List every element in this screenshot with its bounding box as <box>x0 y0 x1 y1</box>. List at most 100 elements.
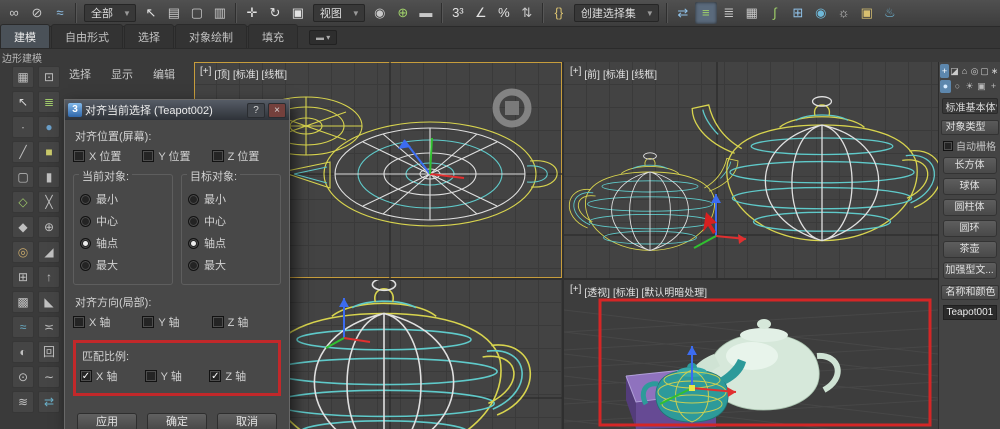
viewport-label[interactable]: [+] <box>200 66 211 81</box>
menu-select[interactable]: 选择 <box>62 64 98 84</box>
modify-tab[interactable]: ◪ <box>950 64 959 78</box>
create-tab[interactable]: + <box>940 64 949 78</box>
vertex-mode-icon[interactable]: ∙ <box>12 116 34 138</box>
cylinder-button[interactable]: 圆柱体 <box>942 199 997 216</box>
subdivision-icon[interactable]: ▩ <box>12 291 34 313</box>
help-button[interactable]: ? <box>247 102 265 118</box>
cameras-category-icon[interactable]: ▣ <box>976 80 987 93</box>
viewport-label[interactable]: [前] <box>584 66 600 81</box>
ribbon-minimize-button[interactable]: ▬ ▾ <box>309 30 338 45</box>
freeform-icon[interactable]: ◐ <box>12 341 34 363</box>
unlink-selection-icon[interactable]: ⊘ <box>26 2 48 24</box>
z-axis-scale-checkbox[interactable]: ✓ Z 轴 <box>209 368 274 384</box>
y-axis-scale-checkbox[interactable]: Y 轴 <box>144 368 210 384</box>
rendered-frame-icon[interactable]: ▣ <box>856 2 878 24</box>
sphere-button[interactable]: 球体 <box>942 178 997 195</box>
target-pivot-radio[interactable]: 轴点 <box>188 235 274 251</box>
quad-menu-icon[interactable]: ⊡ <box>38 66 60 88</box>
named-selection-sets-dropdown[interactable]: 创建选择集 ▼ <box>573 4 659 22</box>
z-position-checkbox[interactable]: Z 位置 <box>211 148 281 164</box>
spinner-snap-icon[interactable]: ⇅ <box>516 2 538 24</box>
tab-populate[interactable]: 填充 <box>248 24 298 48</box>
viewport-label[interactable]: [标准] <box>613 284 639 299</box>
element-mode-icon[interactable]: ◆ <box>12 216 34 238</box>
viewport-label[interactable]: [线框] <box>262 66 288 81</box>
select-and-move-icon[interactable]: ✛ <box>241 2 263 24</box>
soft-selection-icon[interactable]: ◎ <box>12 241 34 263</box>
select-object-icon[interactable]: ↖ <box>140 2 162 24</box>
curve-editor-icon[interactable]: ∫ <box>764 2 786 24</box>
chamfer-tool-icon[interactable]: ◢ <box>38 241 60 263</box>
tab-freeform[interactable]: 自由形式 <box>51 24 123 48</box>
current-pivot-radio[interactable]: 轴点 <box>80 235 166 251</box>
cylinder-primitive-icon[interactable]: ▮ <box>38 166 60 188</box>
target-minimum-radio[interactable]: 最小 <box>188 191 274 207</box>
tab-object-paint[interactable]: 对象绘制 <box>175 24 247 48</box>
primitive-category-dropdown[interactable]: 标准基本体 ▾ <box>941 98 998 114</box>
current-center-radio[interactable]: 中心 <box>80 213 166 229</box>
relax-icon[interactable]: ≋ <box>12 391 34 413</box>
name-color-rollout[interactable]: 名称和颜色 <box>940 285 999 300</box>
utilities-tab[interactable]: ∗ <box>990 64 999 78</box>
ok-button[interactable]: 确定 <box>147 413 207 429</box>
viewport-label[interactable]: [+] <box>570 66 581 81</box>
layer-manager-icon[interactable]: ≣ <box>718 2 740 24</box>
viewport-label[interactable]: [透视] <box>584 284 610 299</box>
hierarchy-tab[interactable]: ⌂ <box>960 64 969 78</box>
viewport-label[interactable]: [标准] <box>233 66 259 81</box>
torus-button[interactable]: 圆环 <box>942 220 997 237</box>
display-tab[interactable]: ▢ <box>980 64 989 78</box>
render-setup-icon[interactable]: ☼ <box>833 2 855 24</box>
percent-snap-icon[interactable]: % <box>493 2 515 24</box>
viewport-label[interactable]: [默认明暗处理] <box>642 284 708 299</box>
target-maximum-radio[interactable]: 最大 <box>188 257 274 273</box>
current-maximum-radio[interactable]: 最大 <box>80 257 166 273</box>
use-pivot-point-icon[interactable]: ◉ <box>369 2 391 24</box>
align-icon[interactable]: ≡ <box>694 2 717 24</box>
reference-coordinate-dropdown[interactable]: 视图 ▼ <box>312 4 365 22</box>
mirror-tool-icon[interactable]: ⇄ <box>38 391 60 413</box>
schematic-view-icon[interactable]: ⊞ <box>787 2 809 24</box>
text-button[interactable]: 加强型文... <box>942 262 997 279</box>
select-and-manipulate-icon[interactable]: ⊕ <box>392 2 414 24</box>
window-crossing-icon[interactable]: ▥ <box>209 2 231 24</box>
tab-modeling[interactable]: 建模 <box>0 24 50 48</box>
sphere-primitive-icon[interactable]: ● <box>38 116 60 138</box>
cancel-button[interactable]: 取消 <box>217 413 277 429</box>
z-axis-orientation-checkbox[interactable]: Z 轴 <box>211 314 281 330</box>
viewport-layout-icon[interactable]: ▦ <box>12 66 34 88</box>
select-and-scale-icon[interactable]: ▣ <box>287 2 309 24</box>
box-button[interactable]: 长方体 <box>942 157 997 174</box>
relax-tool-icon[interactable]: ∼ <box>38 366 60 388</box>
view-rotation-ring[interactable] <box>492 88 532 128</box>
bridge-tool-icon[interactable]: ≍ <box>38 316 60 338</box>
menu-display[interactable]: 显示 <box>104 64 140 84</box>
angle-snap-icon[interactable]: ∠ <box>470 2 492 24</box>
viewport-front[interactable]: [+] [前] [标准] [线框] <box>564 62 938 278</box>
target-center-radio[interactable]: 中心 <box>188 213 274 229</box>
dialog-titlebar[interactable]: 3 对齐当前选择 (Teapot002) ? × <box>65 100 289 120</box>
weld-tool-icon[interactable]: ⊕ <box>38 216 60 238</box>
select-and-link-icon[interactable]: ∞ <box>3 2 25 24</box>
apply-button[interactable]: 应用 <box>77 413 137 429</box>
snap-toggle-3d-icon[interactable]: 3³ <box>447 2 469 24</box>
border-mode-icon[interactable]: ▢ <box>12 166 34 188</box>
geometry-category-icon[interactable]: ● <box>940 80 951 93</box>
viewport-label[interactable]: [+] <box>570 284 581 299</box>
mirror-icon[interactable]: ⇄ <box>672 2 694 24</box>
y-position-checkbox[interactable]: Y 位置 <box>142 148 211 164</box>
inset-tool-icon[interactable]: 回 <box>38 341 60 363</box>
bevel-tool-icon[interactable]: ◣ <box>38 291 60 313</box>
viewport-label[interactable]: [线框] <box>632 66 658 81</box>
motion-tab[interactable]: ◎ <box>970 64 979 78</box>
x-position-checkbox[interactable]: X 位置 <box>73 148 142 164</box>
helpers-category-icon[interactable]: + <box>988 80 999 93</box>
viewport-label[interactable]: [标准] <box>603 66 629 81</box>
teapot-front-large[interactable] <box>691 96 938 242</box>
viewport-label[interactable]: [顶] <box>214 66 230 81</box>
extrude-tool-icon[interactable]: ↑ <box>38 266 60 288</box>
select-and-rotate-icon[interactable]: ↻ <box>264 2 286 24</box>
close-button[interactable]: × <box>268 102 286 118</box>
object-name-field[interactable]: Teapot001 <box>942 305 997 320</box>
lights-category-icon[interactable]: ☀ <box>964 80 975 93</box>
